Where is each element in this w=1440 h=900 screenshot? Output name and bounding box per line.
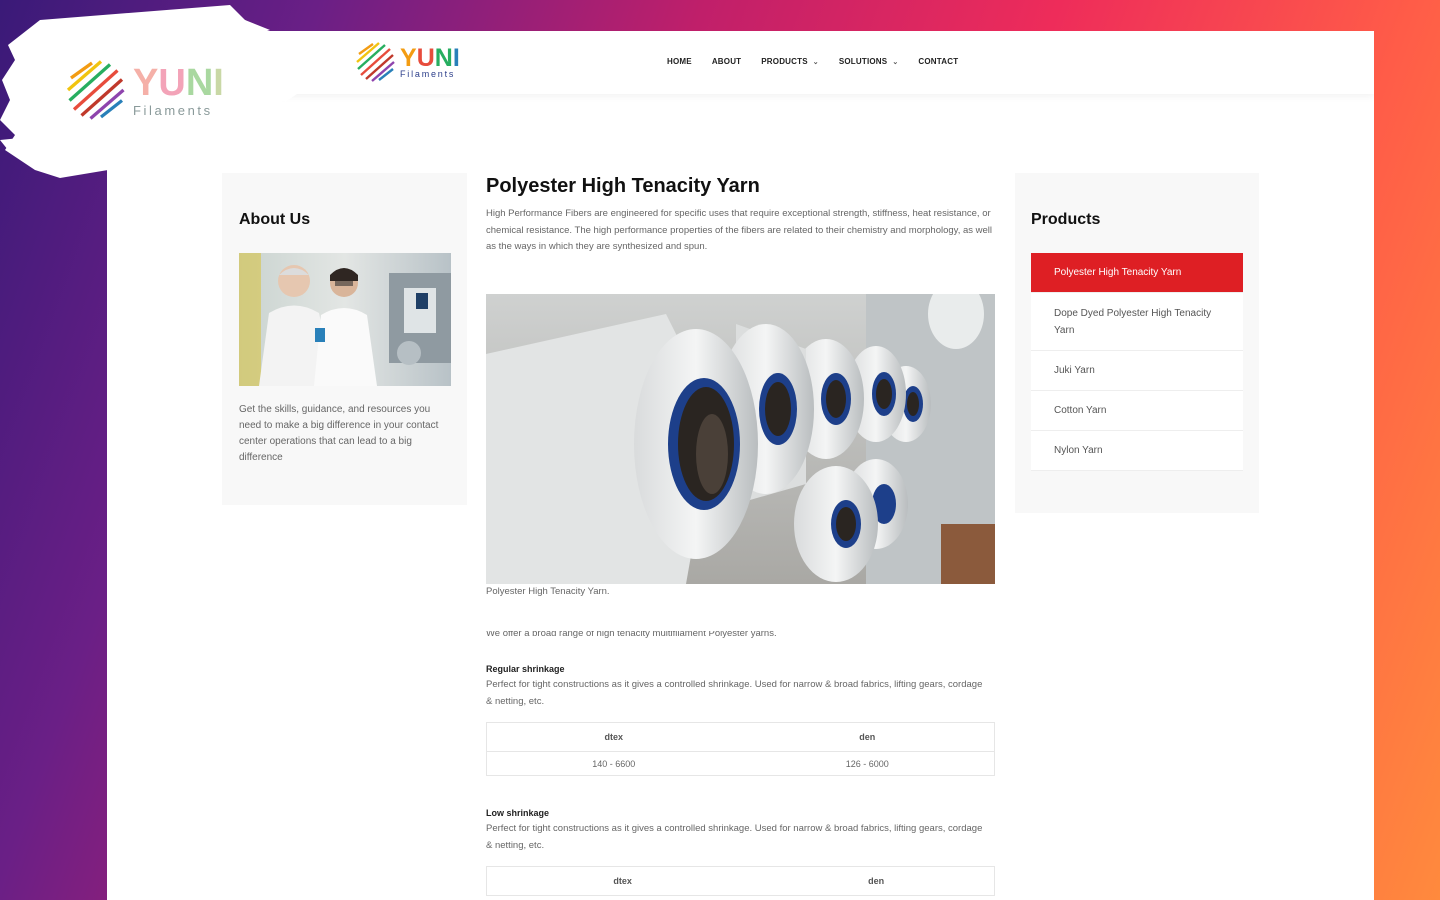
section-title: Regular shrinkage: [486, 664, 565, 674]
about-text: Get the skills, guidance, and resources …: [239, 404, 439, 463]
products-widget: Products Polyester High Tenacity Yarn Dop…: [1015, 173, 1259, 513]
nav-label: CONTACT: [918, 57, 959, 66]
products-list: Polyester High Tenacity Yarn Dope Dyed Po…: [1031, 253, 1243, 471]
yarn-ball-icon: [355, 42, 395, 82]
chevron-down-icon: ⌄: [812, 58, 819, 66]
table-header: den: [758, 866, 995, 896]
about-image: [239, 253, 451, 386]
product-link[interactable]: Nylon Yarn: [1031, 431, 1243, 471]
nav-label: ABOUT: [711, 57, 742, 66]
logo-subtitle: Filaments: [400, 68, 456, 79]
product-link[interactable]: Polyester High Tenacity Yarn: [1031, 253, 1243, 293]
nav-label: SOLUTIONS: [838, 57, 888, 66]
section-text: Perfect for tight constructions as it gi…: [486, 679, 983, 707]
nav-item-contact[interactable]: CONTACT: [918, 57, 958, 66]
nav-item-home[interactable]: HOME: [667, 57, 692, 66]
badge-wordmark: YUNI: [133, 61, 224, 104]
intro-paragraph: High Performance Fibers are engineered f…: [486, 208, 993, 252]
table-header: dtex: [486, 722, 741, 752]
table-header: den: [740, 722, 995, 752]
image-caption: Polyester High Tenacity Yarn.: [486, 586, 610, 597]
badge-logo: YUNI Filaments: [62, 57, 224, 123]
nav-item-solutions[interactable]: SOLUTIONS ⌄: [839, 57, 899, 66]
header-logo[interactable]: YUNI Filaments: [353, 40, 460, 84]
section-title: Low shrinkage: [486, 808, 550, 818]
table-cell: 126 - 6000: [740, 751, 995, 776]
product-link[interactable]: Juki Yarn: [1031, 351, 1243, 391]
about-widget: About Us Get the skills, guidance, and r…: [222, 173, 467, 505]
offer-text: We offer a broad range of high tenacity …: [486, 631, 777, 639]
nav-item-products[interactable]: PRODUCTS ⌄: [761, 57, 819, 66]
nav-item-about[interactable]: ABOUT: [712, 57, 741, 66]
hero-image: [486, 294, 995, 584]
logo-wordmark: YUNI: [400, 43, 460, 72]
nav-label: HOME: [667, 57, 692, 66]
brand-badge: YUNI Filaments: [0, 0, 300, 185]
section-text: Perfect for tight constructions as it gi…: [486, 823, 983, 851]
chevron-down-icon: ⌄: [892, 58, 899, 66]
nav-label: PRODUCTS: [761, 57, 808, 66]
yarn-ball-icon: [66, 60, 125, 120]
spec-table: dtex den 140 - 6600 126 - 6000: [486, 722, 995, 776]
about-title: About Us: [239, 211, 311, 228]
badge-subtitle: Filaments: [133, 102, 213, 118]
product-link[interactable]: Dope Dyed Polyester High Tenacity Yarn: [1031, 293, 1243, 351]
product-link[interactable]: Cotton Yarn: [1031, 391, 1243, 431]
table-cell: 140 - 6600: [486, 751, 741, 776]
table-header: dtex: [486, 866, 759, 896]
main-nav: HOME ABOUT PRODUCTS ⌄ SOLUTIONS ⌄ CONTACT: [667, 57, 978, 66]
main-content: Polyester High Tenacity Yarn High Perfor…: [486, 173, 995, 896]
page-title: Polyester High Tenacity Yarn: [486, 175, 760, 197]
products-title: Products: [1031, 211, 1101, 228]
spec-table: dtex den: [486, 866, 995, 896]
